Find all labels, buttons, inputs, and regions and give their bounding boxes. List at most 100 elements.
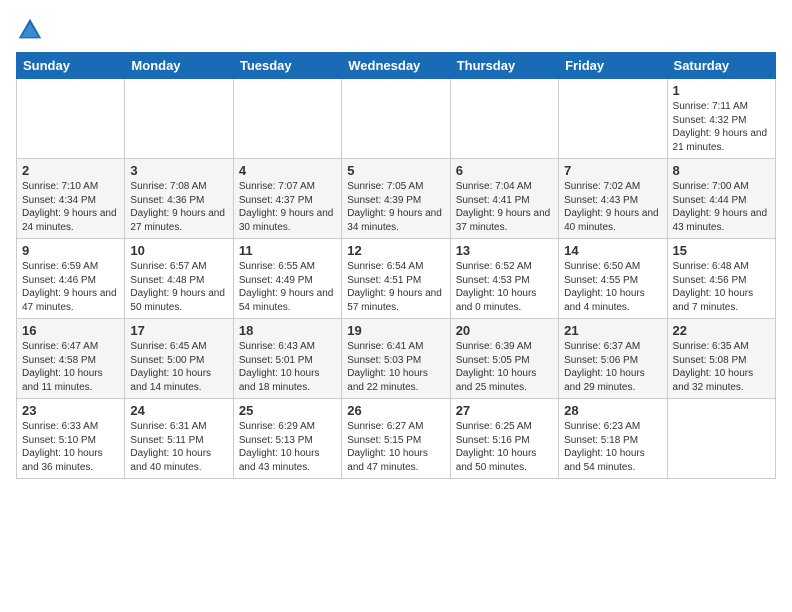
day-number: 20 <box>456 323 553 338</box>
day-cell: 3 Sunrise: 7:08 AM Sunset: 4:36 PM Daylig… <box>125 159 233 239</box>
day-number: 10 <box>130 243 227 258</box>
day-number: 21 <box>564 323 661 338</box>
day-cell <box>667 399 775 479</box>
week-row-5: 23 Sunrise: 6:33 AM Sunset: 5:10 PM Dayli… <box>17 399 776 479</box>
day-info: Sunrise: 6:55 AM Sunset: 4:49 PM Dayligh… <box>239 260 336 314</box>
day-info: Sunrise: 6:27 AM Sunset: 5:15 PM Dayligh… <box>347 420 444 474</box>
day-number: 6 <box>456 163 553 178</box>
day-info: Sunrise: 7:08 AM Sunset: 4:36 PM Dayligh… <box>130 180 227 234</box>
day-number: 13 <box>456 243 553 258</box>
day-number: 25 <box>239 403 336 418</box>
day-cell: 20 Sunrise: 6:39 AM Sunset: 5:05 PM Dayli… <box>450 319 558 399</box>
day-number: 5 <box>347 163 444 178</box>
day-info: Sunrise: 6:48 AM Sunset: 4:56 PM Dayligh… <box>673 260 770 314</box>
day-cell: 22 Sunrise: 6:35 AM Sunset: 5:08 PM Dayli… <box>667 319 775 399</box>
week-row-3: 9 Sunrise: 6:59 AM Sunset: 4:46 PM Daylig… <box>17 239 776 319</box>
day-cell <box>17 79 125 159</box>
day-cell: 25 Sunrise: 6:29 AM Sunset: 5:13 PM Dayli… <box>233 399 341 479</box>
day-number: 19 <box>347 323 444 338</box>
weekday-header-tuesday: Tuesday <box>233 53 341 79</box>
day-number: 3 <box>130 163 227 178</box>
day-number: 16 <box>22 323 119 338</box>
day-info: Sunrise: 6:31 AM Sunset: 5:11 PM Dayligh… <box>130 420 227 474</box>
day-cell: 11Sunrise: 6:55 AM Sunset: 4:49 PM Dayli… <box>233 239 341 319</box>
day-info: Sunrise: 6:59 AM Sunset: 4:46 PM Dayligh… <box>22 260 119 314</box>
day-cell: 12 Sunrise: 6:54 AM Sunset: 4:51 PM Dayli… <box>342 239 450 319</box>
day-info: Sunrise: 6:57 AM Sunset: 4:48 PM Dayligh… <box>130 260 227 314</box>
day-number: 9 <box>22 243 119 258</box>
day-cell: 26 Sunrise: 6:27 AM Sunset: 5:15 PM Dayli… <box>342 399 450 479</box>
day-number: 28 <box>564 403 661 418</box>
day-info: Sunrise: 6:43 AM Sunset: 5:01 PM Dayligh… <box>239 340 336 394</box>
day-cell <box>342 79 450 159</box>
day-info: Sunrise: 6:23 AM Sunset: 5:18 PM Dayligh… <box>564 420 661 474</box>
weekday-header-friday: Friday <box>559 53 667 79</box>
day-cell: 21 Sunrise: 6:37 AM Sunset: 5:06 PM Dayli… <box>559 319 667 399</box>
week-row-2: 2 Sunrise: 7:10 AM Sunset: 4:34 PM Daylig… <box>17 159 776 239</box>
day-number: 2 <box>22 163 119 178</box>
day-cell: 27 Sunrise: 6:25 AM Sunset: 5:16 PM Dayli… <box>450 399 558 479</box>
day-cell: 9 Sunrise: 6:59 AM Sunset: 4:46 PM Daylig… <box>17 239 125 319</box>
weekday-header-row: SundayMondayTuesdayWednesdayThursdayFrid… <box>17 53 776 79</box>
day-cell <box>233 79 341 159</box>
weekday-header-monday: Monday <box>125 53 233 79</box>
week-row-1: 1 Sunrise: 7:11 AM Sunset: 4:32 PM Daylig… <box>17 79 776 159</box>
day-info: Sunrise: 6:37 AM Sunset: 5:06 PM Dayligh… <box>564 340 661 394</box>
day-info: Sunrise: 7:00 AM Sunset: 4:44 PM Dayligh… <box>673 180 770 234</box>
day-number: 27 <box>456 403 553 418</box>
day-number: 22 <box>673 323 770 338</box>
day-info: Sunrise: 6:52 AM Sunset: 4:53 PM Dayligh… <box>456 260 553 314</box>
weekday-header-saturday: Saturday <box>667 53 775 79</box>
day-cell: 18 Sunrise: 6:43 AM Sunset: 5:01 PM Dayli… <box>233 319 341 399</box>
day-cell: 16 Sunrise: 6:47 AM Sunset: 4:58 PM Dayli… <box>17 319 125 399</box>
day-cell <box>450 79 558 159</box>
day-number: 1 <box>673 83 770 98</box>
day-number: 12 <box>347 243 444 258</box>
day-cell: 28 Sunrise: 6:23 AM Sunset: 5:18 PM Dayli… <box>559 399 667 479</box>
day-info: Sunrise: 6:29 AM Sunset: 5:13 PM Dayligh… <box>239 420 336 474</box>
day-cell: 17 Sunrise: 6:45 AM Sunset: 5:00 PM Dayli… <box>125 319 233 399</box>
day-number: 26 <box>347 403 444 418</box>
day-info: Sunrise: 6:45 AM Sunset: 5:00 PM Dayligh… <box>130 340 227 394</box>
day-info: Sunrise: 7:07 AM Sunset: 4:37 PM Dayligh… <box>239 180 336 234</box>
day-info: Sunrise: 6:39 AM Sunset: 5:05 PM Dayligh… <box>456 340 553 394</box>
day-cell: 5 Sunrise: 7:05 AM Sunset: 4:39 PM Daylig… <box>342 159 450 239</box>
day-number: 8 <box>673 163 770 178</box>
logo <box>16 16 48 44</box>
day-cell: 19Sunrise: 6:41 AM Sunset: 5:03 PM Dayli… <box>342 319 450 399</box>
day-info: Sunrise: 6:50 AM Sunset: 4:55 PM Dayligh… <box>564 260 661 314</box>
day-cell <box>559 79 667 159</box>
day-number: 23 <box>22 403 119 418</box>
day-cell: 24 Sunrise: 6:31 AM Sunset: 5:11 PM Dayli… <box>125 399 233 479</box>
day-info: Sunrise: 6:47 AM Sunset: 4:58 PM Dayligh… <box>22 340 119 394</box>
day-number: 18 <box>239 323 336 338</box>
day-number: 24 <box>130 403 227 418</box>
day-cell: 23 Sunrise: 6:33 AM Sunset: 5:10 PM Dayli… <box>17 399 125 479</box>
weekday-header-wednesday: Wednesday <box>342 53 450 79</box>
day-number: 17 <box>130 323 227 338</box>
day-info: Sunrise: 7:05 AM Sunset: 4:39 PM Dayligh… <box>347 180 444 234</box>
weekday-header-thursday: Thursday <box>450 53 558 79</box>
page-header <box>16 16 776 44</box>
weekday-header-sunday: Sunday <box>17 53 125 79</box>
day-cell: 13 Sunrise: 6:52 AM Sunset: 4:53 PM Dayli… <box>450 239 558 319</box>
day-info: Sunrise: 6:33 AM Sunset: 5:10 PM Dayligh… <box>22 420 119 474</box>
day-info: Sunrise: 7:02 AM Sunset: 4:43 PM Dayligh… <box>564 180 661 234</box>
day-cell: 15Sunrise: 6:48 AM Sunset: 4:56 PM Dayli… <box>667 239 775 319</box>
day-info: Sunrise: 7:11 AM Sunset: 4:32 PM Dayligh… <box>673 100 770 154</box>
calendar-table: SundayMondayTuesdayWednesdayThursdayFrid… <box>16 52 776 479</box>
day-cell: 1 Sunrise: 7:11 AM Sunset: 4:32 PM Daylig… <box>667 79 775 159</box>
day-number: 4 <box>239 163 336 178</box>
day-cell: 8 Sunrise: 7:00 AM Sunset: 4:44 PM Daylig… <box>667 159 775 239</box>
day-info: Sunrise: 6:25 AM Sunset: 5:16 PM Dayligh… <box>456 420 553 474</box>
day-cell: 6Sunrise: 7:04 AM Sunset: 4:41 PM Daylig… <box>450 159 558 239</box>
day-info: Sunrise: 6:35 AM Sunset: 5:08 PM Dayligh… <box>673 340 770 394</box>
day-cell: 7Sunrise: 7:02 AM Sunset: 4:43 PM Daylig… <box>559 159 667 239</box>
week-row-4: 16 Sunrise: 6:47 AM Sunset: 4:58 PM Dayli… <box>17 319 776 399</box>
day-info: Sunrise: 7:10 AM Sunset: 4:34 PM Dayligh… <box>22 180 119 234</box>
day-cell <box>125 79 233 159</box>
day-number: 14 <box>564 243 661 258</box>
logo-icon <box>16 16 44 44</box>
day-cell: 14 Sunrise: 6:50 AM Sunset: 4:55 PM Dayli… <box>559 239 667 319</box>
day-info: Sunrise: 6:54 AM Sunset: 4:51 PM Dayligh… <box>347 260 444 314</box>
